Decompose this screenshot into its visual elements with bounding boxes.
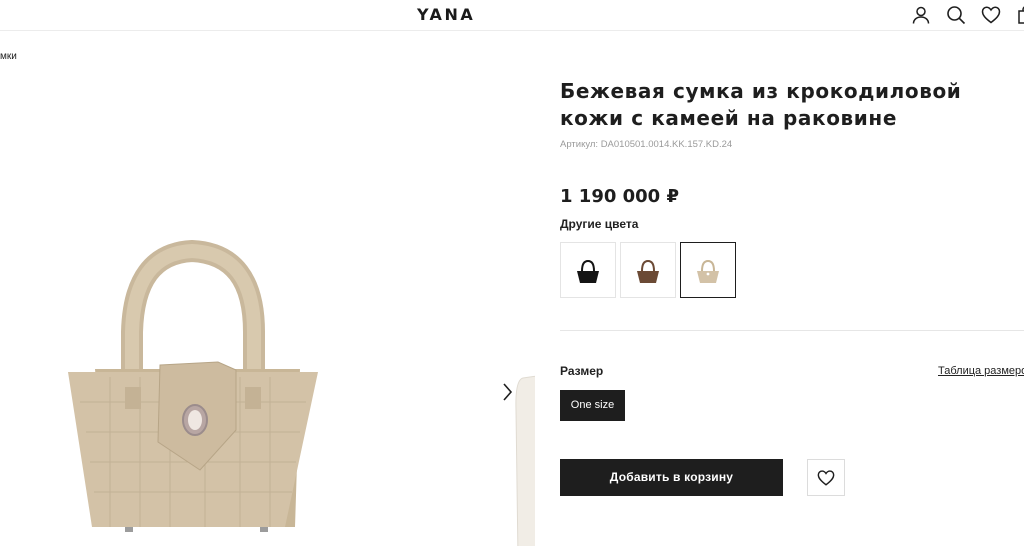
brown-bag-thumbnail [637, 259, 659, 283]
product-info: Бежевая сумка из крокодиловой кожи с кам… [560, 78, 1024, 496]
site-logo[interactable]: YANA [417, 5, 475, 24]
wishlist-button[interactable] [807, 459, 845, 496]
bag-icon[interactable] [1016, 5, 1024, 25]
size-label: Размер [560, 364, 604, 378]
swatch-beige-bag[interactable] [680, 242, 736, 298]
beige-bag-thumbnail [697, 259, 719, 283]
site-header: YANA [0, 0, 1024, 31]
product-photo [68, 239, 318, 532]
chevron-right-icon[interactable] [496, 379, 518, 405]
add-to-cart-button[interactable]: Добавить в корзину [560, 459, 783, 496]
size-option-one-size[interactable]: One size [560, 390, 625, 421]
swatch-black-bag[interactable] [560, 242, 616, 298]
search-icon[interactable] [946, 5, 966, 25]
black-bag-thumbnail [577, 259, 599, 283]
size-table-link[interactable]: Таблица размеров [938, 365, 1024, 377]
section-divider [560, 330, 1024, 331]
other-colors-label: Другие цвета [560, 217, 639, 231]
heart-icon [817, 470, 835, 486]
swatch-brown-bag[interactable] [620, 242, 676, 298]
product-sku: Артикул: DA010501.0014.KK.157.KD.24 [560, 139, 733, 150]
heart-icon[interactable] [981, 5, 1001, 25]
product-gallery [0, 32, 535, 546]
user-icon[interactable] [911, 5, 931, 25]
product-title: Бежевая сумка из крокодиловой кожи с кам… [560, 79, 962, 130]
product-price: 1 190 000 ₽ [560, 186, 679, 207]
